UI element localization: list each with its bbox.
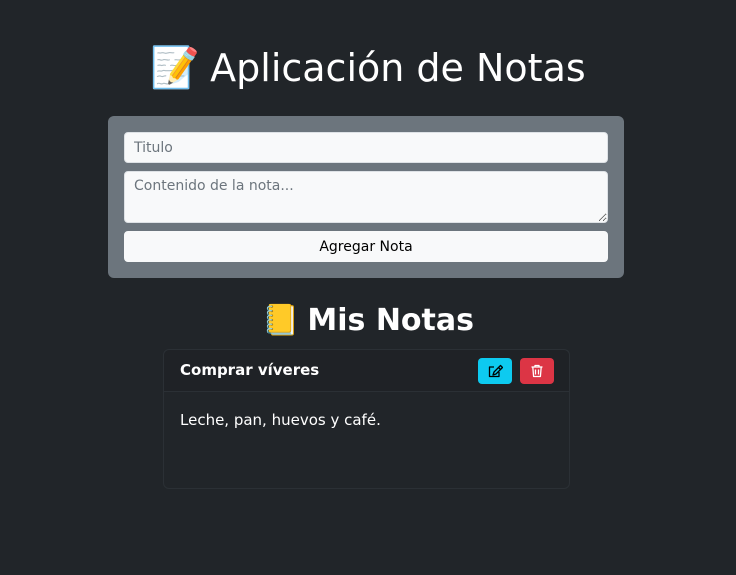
- pencil-square-icon: [488, 364, 503, 378]
- notebook-icon: 📒: [262, 303, 300, 338]
- trash-icon: [531, 364, 543, 378]
- notes-section-title-text: Mis Notas: [307, 303, 474, 338]
- note-title-input[interactable]: [124, 132, 608, 163]
- memo-icon: 📝: [150, 45, 201, 91]
- add-note-button[interactable]: Agregar Nota: [124, 231, 608, 262]
- note-card: Comprar víveres Leche, pan, huevos y caf…: [163, 349, 570, 489]
- notes-section-title: 📒 Mis Notas: [0, 299, 736, 343]
- page-title-text: Aplicación de Notas: [210, 46, 586, 90]
- note-card-header: Comprar víveres: [164, 350, 569, 392]
- note-form: Agregar Nota: [108, 116, 624, 278]
- page-title: 📝 Aplicación de Notas: [0, 40, 736, 96]
- note-content-textarea[interactable]: [124, 171, 608, 223]
- note-content: Leche, pan, huevos y café.: [180, 411, 381, 429]
- note-title: Comprar víveres: [180, 361, 320, 379]
- edit-note-button[interactable]: [478, 358, 512, 384]
- delete-note-button[interactable]: [520, 358, 554, 384]
